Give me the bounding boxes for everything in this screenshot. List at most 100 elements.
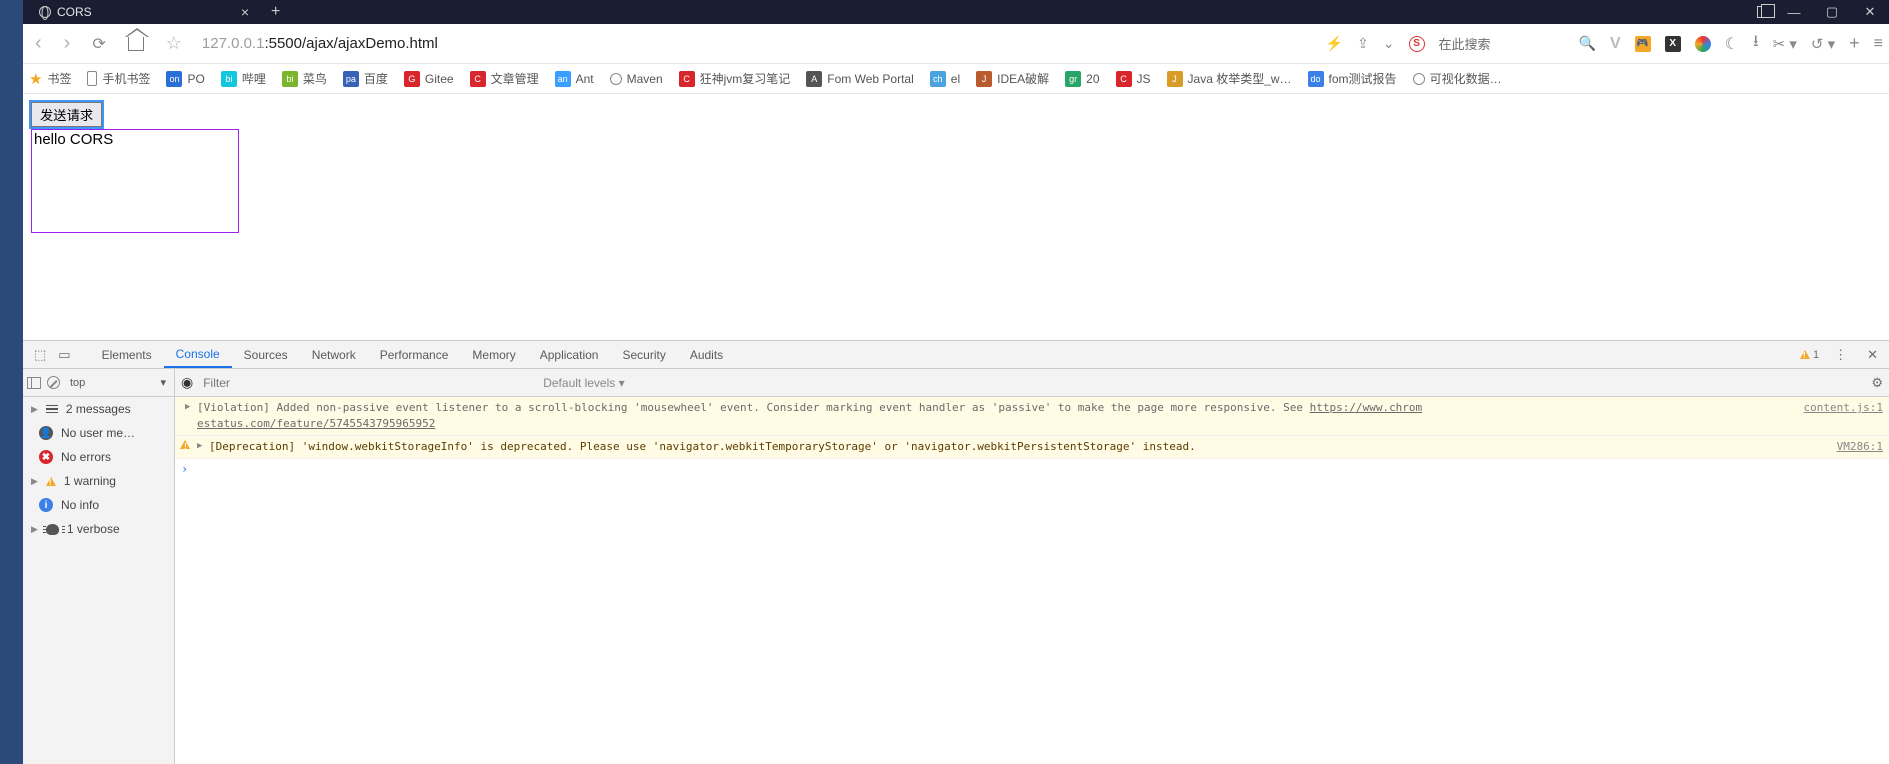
bookmark-item[interactable]: anAnt <box>555 71 594 87</box>
favorite-icon[interactable]: ☆ <box>160 33 188 54</box>
devtools-tab-application[interactable]: Application <box>528 341 611 368</box>
log-source-link[interactable]: VM286:1 <box>1817 439 1883 455</box>
maximize-button[interactable]: ▢ <box>1819 4 1845 20</box>
url-input[interactable]: 127.0.0.1:5500/ajax/ajaxDemo.html <box>198 30 1316 58</box>
gear-icon[interactable]: ⚙ <box>1871 375 1883 391</box>
new-tab-button[interactable]: + <box>263 3 288 21</box>
bookmark-icon: C <box>470 71 486 87</box>
browser-titlebar: CORS × + — ▢ ✕ <box>23 0 1889 24</box>
console-log-row[interactable]: ▶[Violation] Added non-passive event lis… <box>175 397 1889 436</box>
devtools-tab-sources[interactable]: Sources <box>232 341 300 368</box>
devtools-tab-audits[interactable]: Audits <box>678 341 735 368</box>
console-filter-row[interactable]: ✖No errors <box>23 445 174 469</box>
console-prompt[interactable]: › <box>175 459 1889 479</box>
kebab-icon[interactable]: ⋮ <box>1829 347 1852 363</box>
devtools-tab-elements[interactable]: Elements <box>90 341 164 368</box>
forward-button[interactable]: › <box>58 32 77 55</box>
sogou-icon[interactable]: S <box>1409 36 1425 52</box>
bookmark-item[interactable]: 手机书签 <box>87 70 150 87</box>
filter-label: 2 messages <box>66 402 131 416</box>
toggle-sidebar-icon[interactable] <box>27 377 41 389</box>
send-request-button[interactable]: 发送请求 <box>31 102 102 127</box>
menu-icon[interactable]: ≡ <box>1874 35 1883 53</box>
devtools-tab-security[interactable]: Security <box>610 341 677 368</box>
console-log-row[interactable]: ▶[Deprecation] 'window.webkitStorageInfo… <box>175 436 1889 459</box>
clear-console-icon[interactable] <box>47 376 60 389</box>
console-filter-row[interactable]: ▶1 verbose <box>23 517 174 541</box>
inspect-icon[interactable]: ⬚ <box>29 347 51 363</box>
back-button[interactable]: ‹ <box>29 32 48 55</box>
console-filter-row[interactable]: iNo info <box>23 493 174 517</box>
warnings-badge[interactable]: 1 <box>1800 349 1819 361</box>
reload-button[interactable]: ⟳ <box>86 34 111 54</box>
devtools-tab-memory[interactable]: Memory <box>460 341 527 368</box>
log-levels-select[interactable]: Default levels ▾ <box>543 376 624 390</box>
globe-icon <box>39 6 51 18</box>
filter-label: No user me… <box>61 426 135 440</box>
bookmark-item[interactable]: onPO <box>166 71 204 87</box>
scissors-icon[interactable]: ✂ ▾ <box>1773 35 1797 53</box>
bookmark-item[interactable]: C 文章管理 <box>470 70 539 87</box>
bookmark-item[interactable]: C狂神jvm复习笔记 <box>679 70 791 87</box>
search-placeholder[interactable]: 在此搜索 <box>1439 34 1491 53</box>
devtools-tab-console[interactable]: Console <box>164 341 232 368</box>
bookmark-item[interactable]: JIDEA破解 <box>976 70 1049 87</box>
home-button[interactable] <box>128 37 144 51</box>
bookmark-item[interactable]: ★书签 <box>29 70 71 88</box>
console-filter-row[interactable]: 👤No user me… <box>23 421 174 445</box>
flash-icon[interactable]: ⚡ <box>1326 35 1343 52</box>
fullscreen-icon[interactable] <box>1757 6 1769 18</box>
log-link[interactable]: https://www.chrom <box>1310 401 1423 414</box>
result-box: hello CORS <box>31 129 239 233</box>
bookmark-icon: an <box>555 71 571 87</box>
bookmark-label: 百度 <box>364 70 388 87</box>
bookmark-icon: C <box>1116 71 1132 87</box>
undo-icon[interactable]: ↺ ▾ <box>1811 35 1835 53</box>
bookmark-item[interactable]: pa百度 <box>343 70 388 87</box>
devtools-tab-network[interactable]: Network <box>300 341 368 368</box>
share-icon[interactable]: ⇪ <box>1357 35 1369 52</box>
bookmark-item[interactable]: dofom测试报告 <box>1308 70 1397 87</box>
bookmark-label: 狂神jvm复习笔记 <box>700 70 791 87</box>
bookmark-item[interactable]: chel <box>930 71 960 87</box>
expand-icon[interactable]: ▶ <box>185 401 190 414</box>
expand-icon[interactable]: ▶ <box>197 440 202 453</box>
game-icon[interactable]: 🎮 <box>1635 36 1651 52</box>
console-filter-input[interactable] <box>203 376 533 390</box>
plus-icon[interactable]: + <box>1849 33 1860 54</box>
search-icon[interactable]: 🔍 <box>1579 35 1596 52</box>
device-icon[interactable]: ▭ <box>53 347 75 363</box>
bookmark-label: JS <box>1137 72 1151 86</box>
bookmark-item[interactable]: bi菜鸟 <box>282 70 327 87</box>
console-filter-row[interactable]: ▶2 messages <box>23 397 174 421</box>
warn-icon <box>46 477 56 486</box>
bookmark-item[interactable]: Maven <box>610 72 663 86</box>
context-select[interactable]: top▾ <box>66 376 170 389</box>
browser-tab-active[interactable]: CORS × <box>29 0 259 24</box>
download-icon[interactable]: ⭳ <box>1753 30 1759 57</box>
v-icon[interactable]: V <box>1610 35 1621 53</box>
close-window-button[interactable]: ✕ <box>1857 4 1883 20</box>
bookmark-item[interactable]: C JS <box>1116 71 1151 87</box>
log-link[interactable]: estatus.com/feature/5745543795965952 <box>197 417 435 430</box>
bookmark-item[interactable]: GGitee <box>404 71 454 87</box>
bookmark-item[interactable]: AFom Web Portal <box>806 71 913 87</box>
devtools-close-icon[interactable]: ✕ <box>1862 347 1883 363</box>
live-expression-icon[interactable]: ◉ <box>181 374 193 391</box>
minimize-button[interactable]: — <box>1781 5 1807 20</box>
bookmark-item[interactable]: bi哔哩 <box>221 70 266 87</box>
chevron-down-icon[interactable]: ⌄ <box>1383 35 1395 52</box>
moon-icon[interactable]: ☾ <box>1725 34 1739 54</box>
log-source-link[interactable]: content.js:1 <box>1784 400 1883 432</box>
bookmark-item[interactable]: JJava 枚举类型_w… <box>1167 70 1292 87</box>
colorwheel-icon[interactable] <box>1695 36 1711 52</box>
bookmark-item[interactable]: gr20 <box>1065 71 1099 87</box>
x-icon[interactable]: X <box>1665 36 1681 52</box>
bug-icon <box>46 524 59 535</box>
bookmark-label: 手机书签 <box>102 70 150 87</box>
bookmark-label: 文章管理 <box>491 70 539 87</box>
console-filter-row[interactable]: ▶1 warning <box>23 469 174 493</box>
close-icon[interactable]: × <box>241 4 249 20</box>
bookmark-item[interactable]: 可视化数据… <box>1413 70 1502 87</box>
devtools-tab-performance[interactable]: Performance <box>368 341 461 368</box>
